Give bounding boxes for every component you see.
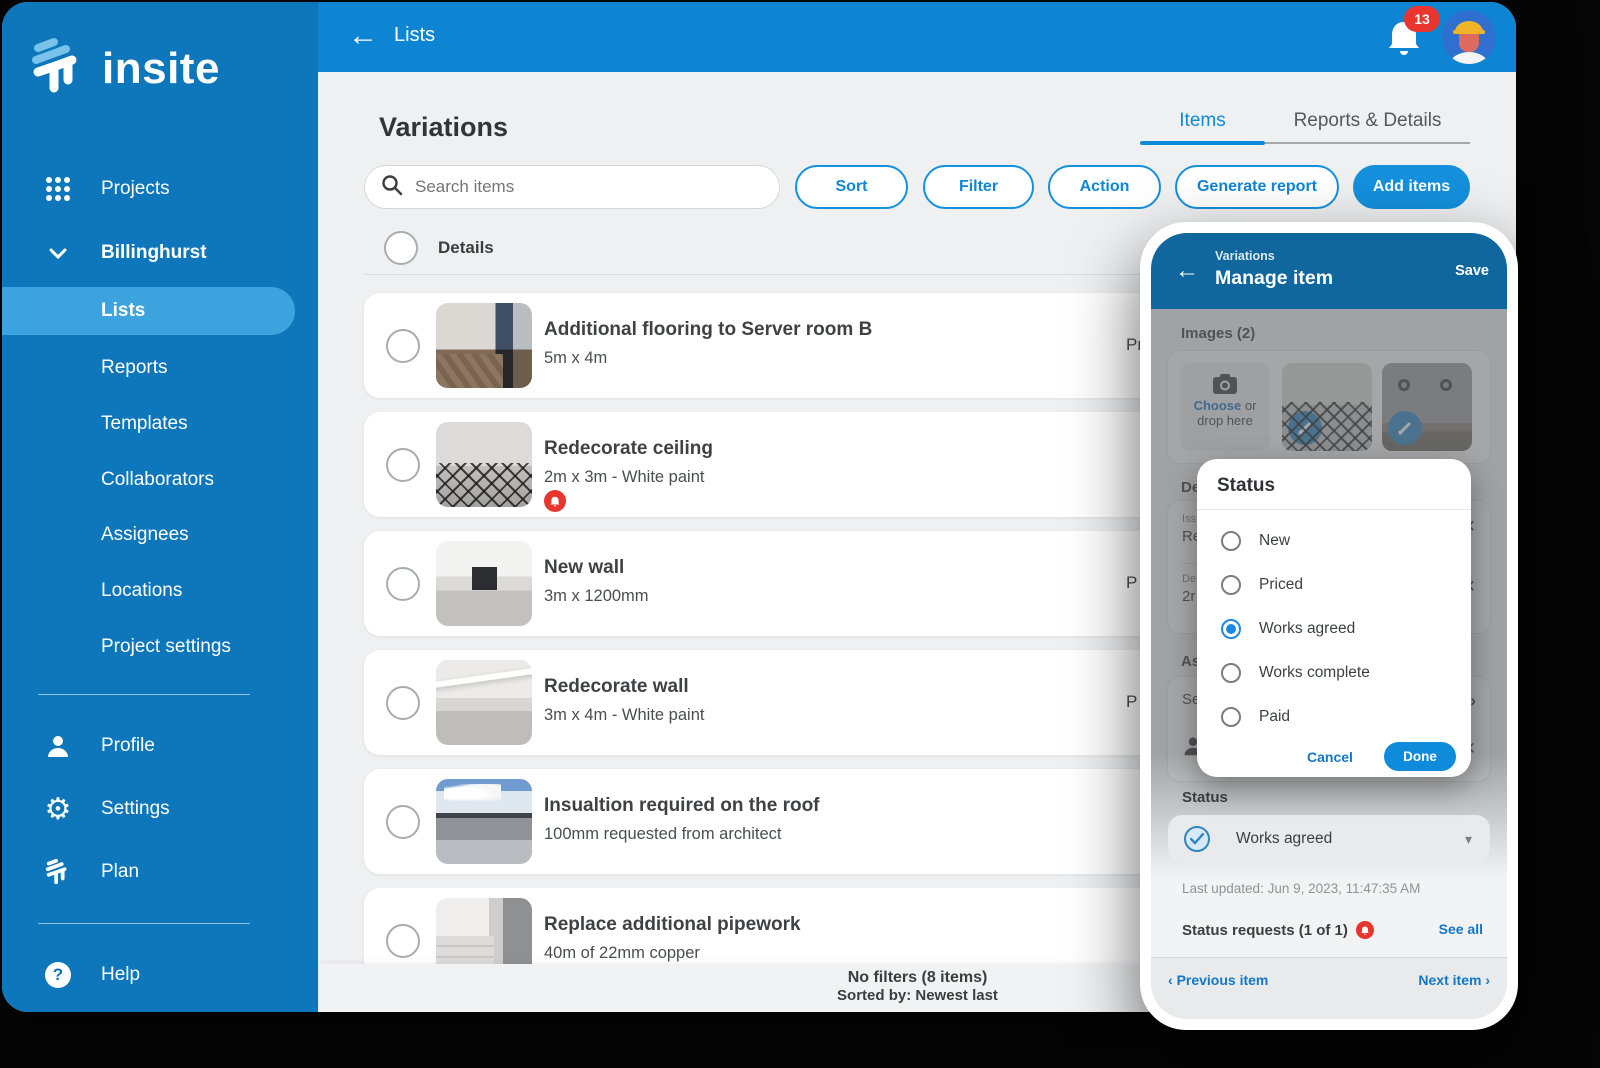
- alert-bell-icon: [544, 490, 566, 512]
- radio-option-paid[interactable]: Paid: [1221, 705, 1451, 729]
- item-photo: [436, 779, 532, 864]
- grid-icon: [44, 175, 72, 203]
- radio-icon[interactable]: [1221, 575, 1241, 595]
- status-text: P: [1126, 692, 1137, 712]
- search-input[interactable]: [415, 177, 745, 197]
- sidebar-item-lists[interactable]: Lists: [2, 287, 295, 335]
- stage: insite Projects Billinghurst: [0, 0, 1600, 1068]
- sidebar-item-templates[interactable]: Templates: [2, 402, 318, 446]
- generate-report-button[interactable]: Generate report: [1175, 165, 1339, 209]
- sidebar-item-assignees[interactable]: Assignees: [2, 513, 318, 557]
- brand-name: insite: [102, 44, 220, 94]
- radio-option-new[interactable]: New: [1221, 529, 1451, 553]
- see-all-link[interactable]: See all: [1439, 921, 1483, 937]
- status-text: P: [1126, 573, 1137, 593]
- notification-badge: 13: [1404, 6, 1440, 32]
- radio-option-works-agreed[interactable]: Works agreed: [1221, 617, 1451, 641]
- sidebar-item-profile[interactable]: Profile: [2, 724, 318, 768]
- sidebar-item-plan[interactable]: Plan: [2, 850, 318, 894]
- sidebar-item-project[interactable]: Billinghurst: [2, 231, 318, 275]
- phone-footer: ‹ Previous item Next item ›: [1151, 957, 1507, 1019]
- dialog-divider: [1197, 509, 1471, 510]
- sidebar-item-project-settings[interactable]: Project settings: [2, 625, 318, 669]
- row-checkbox[interactable]: [386, 805, 420, 839]
- insite-logo-icon: [28, 36, 88, 101]
- item-photo: [436, 541, 532, 626]
- caret-down-icon: ▾: [1465, 831, 1472, 848]
- phone-title: Manage item: [1215, 267, 1333, 290]
- page-title: Variations: [379, 112, 508, 143]
- sidebar-divider: [38, 923, 250, 924]
- sidebar-item-settings[interactable]: ⚙ Settings: [2, 787, 318, 831]
- add-items-button[interactable]: Add items: [1353, 165, 1470, 209]
- gear-icon: ⚙: [44, 795, 72, 823]
- tab-underline: [1265, 142, 1470, 144]
- status-dropdown[interactable]: Works agreed ▾: [1168, 815, 1490, 863]
- row-checkbox[interactable]: [386, 329, 420, 363]
- status-requests: Status requests (1 of 1): [1182, 921, 1374, 939]
- done-button[interactable]: Done: [1384, 742, 1456, 771]
- last-updated: Last updated: Jun 9, 2023, 11:47:35 AM: [1182, 881, 1420, 896]
- radio-selected-icon[interactable]: [1221, 619, 1241, 639]
- radio-icon[interactable]: [1221, 707, 1241, 727]
- sidebar-item-locations[interactable]: Locations: [2, 569, 318, 613]
- back-icon[interactable]: ←: [1175, 257, 1199, 285]
- status-dialog: Status New Priced Works agreed Works com…: [1197, 459, 1471, 777]
- alert-bell-icon: [1356, 921, 1374, 939]
- filter-button[interactable]: Filter: [923, 165, 1034, 209]
- phone-mockup: Images (2) Choose or drop here: [1140, 222, 1518, 1030]
- sidebar-item-help[interactable]: ? Help: [2, 953, 318, 997]
- radio-icon[interactable]: [1221, 531, 1241, 551]
- sidebar-item-reports[interactable]: Reports: [2, 346, 318, 390]
- person-icon: [44, 732, 72, 760]
- topbar-title: Lists: [394, 24, 435, 47]
- cancel-button[interactable]: Cancel: [1307, 749, 1353, 765]
- search-box: [364, 165, 780, 209]
- avatar[interactable]: [1442, 10, 1496, 64]
- row-checkbox[interactable]: [386, 448, 420, 482]
- save-button[interactable]: Save: [1455, 263, 1489, 279]
- previous-item-link[interactable]: ‹ Previous item: [1168, 972, 1268, 988]
- sidebar-divider: [38, 694, 250, 695]
- tab-active-underline: [1140, 141, 1265, 145]
- next-item-link[interactable]: Next item ›: [1418, 972, 1490, 988]
- tab-items[interactable]: Items: [1140, 110, 1265, 132]
- dialog-title: Status: [1217, 475, 1275, 497]
- sidebar-item-projects[interactable]: Projects: [2, 167, 318, 211]
- radio-option-priced[interactable]: Priced: [1221, 573, 1451, 597]
- back-icon[interactable]: ←: [348, 19, 378, 53]
- status-label: Status: [1182, 789, 1228, 806]
- tab-reports-details[interactable]: Reports & Details: [1265, 110, 1470, 132]
- phone-breadcrumb: Variations: [1215, 249, 1275, 263]
- row-checkbox[interactable]: [386, 924, 420, 958]
- sidebar-item-collaborators[interactable]: Collaborators: [2, 458, 318, 502]
- select-all-checkbox[interactable]: [384, 231, 418, 265]
- phone-screen: Images (2) Choose or drop here: [1151, 233, 1507, 1019]
- chevron-down-icon: [44, 239, 72, 267]
- action-button[interactable]: Action: [1048, 165, 1161, 209]
- topbar: ← Lists 13: [318, 2, 1516, 72]
- search-icon: [381, 174, 403, 201]
- list-header: Details: [384, 231, 494, 265]
- phone-header: ← Variations Manage item Save: [1151, 233, 1507, 309]
- brand: insite: [28, 36, 220, 101]
- radio-option-works-complete[interactable]: Works complete: [1221, 661, 1451, 685]
- sidebar: insite Projects Billinghurst: [2, 2, 318, 1012]
- status-value: Works agreed: [1236, 830, 1332, 848]
- check-circle-icon: [1184, 826, 1210, 852]
- help-icon: ?: [44, 961, 72, 989]
- plan-icon: [44, 858, 72, 886]
- row-checkbox[interactable]: [386, 567, 420, 601]
- sort-button[interactable]: Sort: [795, 165, 908, 209]
- radio-icon[interactable]: [1221, 663, 1241, 683]
- item-photo: [436, 303, 532, 388]
- row-checkbox[interactable]: [386, 686, 420, 720]
- item-photo: [436, 660, 532, 745]
- item-photo: [436, 422, 532, 507]
